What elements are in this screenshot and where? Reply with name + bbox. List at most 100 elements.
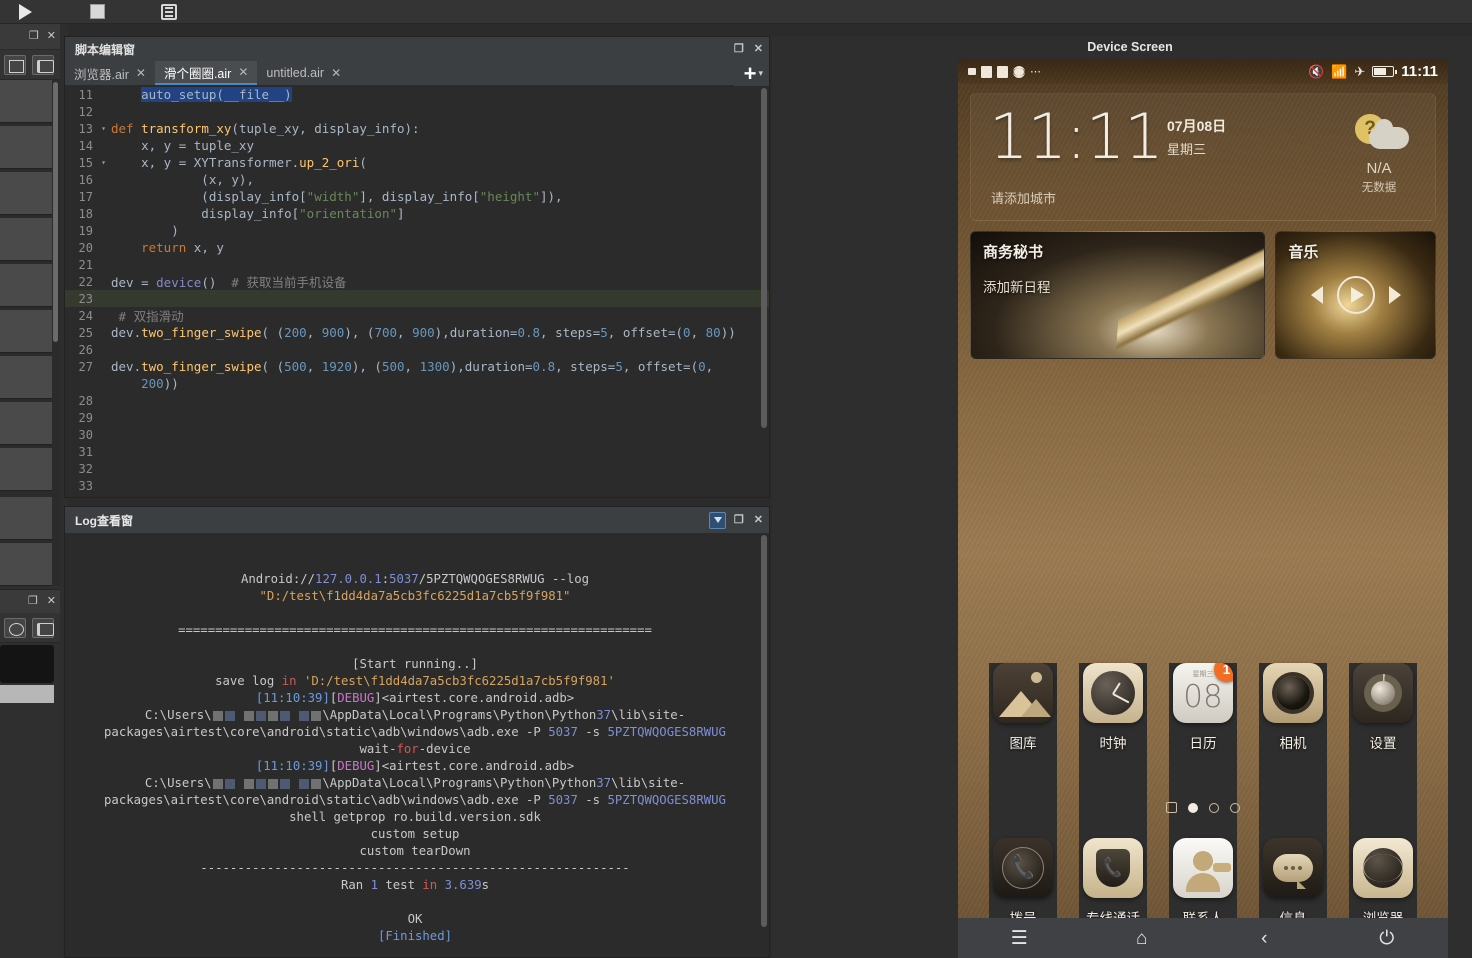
list-item[interactable]: [0, 172, 52, 215]
code-text: x, y = tuple_xy: [111, 138, 254, 153]
close-icon[interactable]: ✕: [136, 66, 146, 80]
card-music[interactable]: 音乐: [1275, 231, 1436, 359]
previous-icon[interactable]: [1310, 286, 1323, 304]
line-number: 24: [78, 308, 93, 323]
list-item[interactable]: [0, 543, 52, 586]
weather-value: N/A: [1366, 160, 1392, 177]
chevron-down-icon[interactable]: ▾: [758, 68, 763, 79]
list-button[interactable]: [154, 1, 184, 23]
battery-icon: [1372, 66, 1398, 77]
restore-icon[interactable]: ❐: [734, 514, 744, 526]
list-item[interactable]: [0, 126, 52, 169]
list-item[interactable]: [0, 80, 52, 123]
line-number: 33: [78, 478, 93, 493]
page-dot[interactable]: [1209, 802, 1219, 813]
editor-scrollbar[interactable]: [761, 88, 767, 428]
log-output[interactable]: Android://127.0.0.1:5037/5PZTQWQOGES8RWU…: [65, 533, 769, 957]
code-text: def transform_xy(tuple_xy, display_info)…: [111, 121, 420, 136]
log-line: shell getprop ro.build.version.sdk: [289, 810, 541, 824]
close-icon[interactable]: ✕: [331, 66, 341, 80]
log-scrollbar[interactable]: [761, 535, 767, 927]
menu-icon[interactable]: ☰: [958, 929, 1081, 948]
code-line: 12: [65, 103, 769, 120]
record-tool-icon[interactable]: [32, 617, 54, 638]
widget-clock-time: 11:11: [989, 100, 1164, 173]
play-icon: [18, 3, 32, 20]
code-line: 27 dev.two_finger_swipe( (500, 1920), (50…: [65, 358, 769, 375]
tab-label: 滑个圈圈.air: [163, 66, 232, 81]
widget-date: 07月08日: [1167, 118, 1227, 134]
code-line: 19 ): [65, 222, 769, 239]
app-label: 设置: [1369, 736, 1397, 751]
power-icon[interactable]: ⏻: [1326, 929, 1449, 948]
editor-tabbar: 浏览器.air ✕ 滑个圈圈.air ✕ untitled.air ✕ + ▾: [65, 61, 769, 86]
pen-image: [1116, 232, 1265, 358]
line-number: 22: [78, 274, 93, 289]
run-button[interactable]: [10, 1, 40, 23]
card-subtitle: 添加新日程: [983, 280, 1051, 295]
stop-button[interactable]: [82, 1, 112, 23]
gear-icon: [1353, 663, 1413, 723]
list-item[interactable]: [0, 310, 52, 353]
list-item[interactable]: [0, 402, 52, 445]
stop-icon: [89, 4, 105, 19]
list-item[interactable]: [0, 218, 52, 261]
line-number: 29: [78, 410, 93, 425]
add-tab-button[interactable]: +: [744, 62, 757, 85]
code-text: (x, y),: [111, 172, 254, 187]
list-item[interactable]: [0, 448, 52, 491]
restore-icon[interactable]: ❐: [28, 596, 38, 607]
line-number: 27: [78, 359, 93, 374]
app-label: 图库: [1009, 736, 1037, 751]
list-item[interactable]: [0, 264, 52, 307]
editor-tab[interactable]: 浏览器.air ✕: [65, 61, 155, 85]
restore-icon[interactable]: ❐: [29, 31, 39, 42]
calendar-day: 08: [1183, 679, 1223, 715]
notification-icon: [997, 65, 1008, 78]
phone-screen[interactable]: ⋯ 🔇 📶 ✈ 11:11 11:11 请添加城市 07月08日 星期三 ? N…: [958, 59, 1448, 958]
back-icon[interactable]: ‹: [1203, 929, 1326, 948]
list-item[interactable]: [0, 497, 52, 540]
code-line: 23: [65, 290, 769, 307]
snapshot-tool-icon[interactable]: [32, 54, 54, 75]
close-icon[interactable]: ✕: [754, 514, 763, 526]
code-editor[interactable]: 11 auto_setup(__file__) 12 13 ▾ def transfor…: [65, 86, 769, 497]
list-item[interactable]: [0, 356, 52, 399]
rotate-tool-icon[interactable]: [4, 617, 26, 638]
editor-tab[interactable]: untitled.air ✕: [257, 61, 350, 85]
close-icon[interactable]: ✕: [47, 31, 56, 42]
filter-icon[interactable]: [708, 511, 726, 529]
line-number: 25: [78, 325, 93, 340]
play-icon[interactable]: [1336, 276, 1375, 314]
close-icon[interactable]: ✕: [47, 596, 56, 607]
log-line: [11:10:39][DEBUG]<airtest.core.android.a…: [255, 759, 575, 773]
card-business-secretary[interactable]: 商务秘书 添加新日程: [970, 231, 1266, 359]
wifi-icon: 📶: [1331, 64, 1348, 79]
line-number: 12: [78, 104, 93, 119]
restore-icon[interactable]: ❐: [734, 43, 744, 55]
editor-tab[interactable]: 滑个圈圈.air ✕: [154, 61, 258, 85]
home-icon[interactable]: ⌂: [1081, 929, 1204, 948]
clock-weather-widget[interactable]: 11:11 请添加城市 07月08日 星期三 ? N/A 无数据: [970, 93, 1436, 221]
next-icon[interactable]: [1388, 286, 1401, 304]
page-dot[interactable]: [1188, 802, 1198, 813]
line-number: 31: [78, 444, 93, 459]
log-titlebar: Log查看窗 ❐ ✕: [65, 507, 769, 533]
fold-icon[interactable]: ▾: [99, 124, 108, 133]
line-number: 14: [78, 138, 93, 153]
log-line: OK: [407, 912, 423, 926]
log-line: [11:10:39][DEBUG]<airtest.core.android.a…: [255, 691, 575, 705]
page-dot[interactable]: [1230, 802, 1240, 813]
sidebar-scrollbar[interactable]: [53, 82, 58, 342]
list-icon: [161, 3, 177, 20]
log-line: packages\airtest\core\android\static\adb…: [104, 725, 726, 739]
touch-tool-icon[interactable]: [4, 54, 26, 75]
fold-icon[interactable]: ▾: [99, 158, 108, 167]
code-line: 25 dev.two_finger_swipe( (200, 900), (700…: [65, 324, 769, 341]
close-icon[interactable]: ✕: [754, 43, 763, 55]
home-page-icon[interactable]: [1166, 802, 1177, 813]
close-icon[interactable]: ✕: [238, 65, 248, 79]
code-line: 18 display_info["orientation"]: [65, 205, 769, 222]
